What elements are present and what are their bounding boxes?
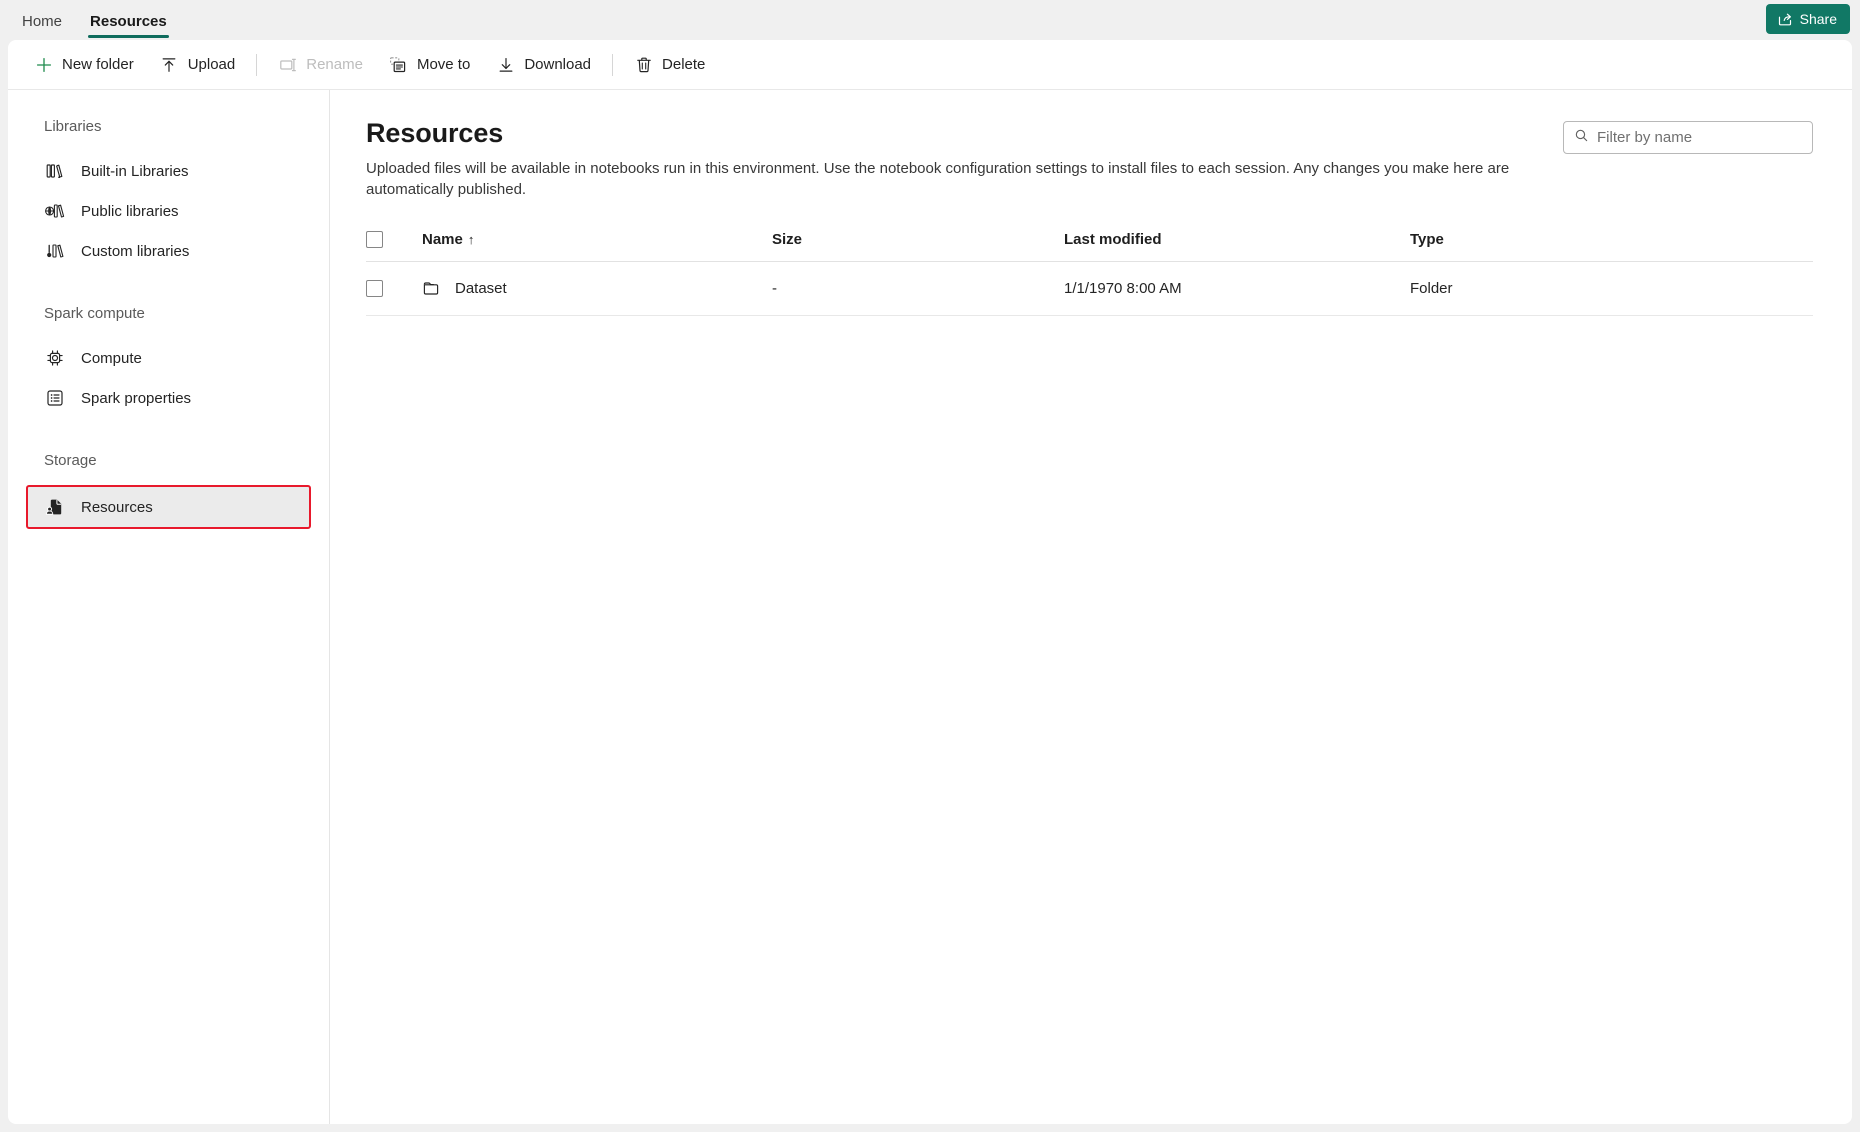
share-icon (1777, 11, 1793, 27)
move-to-button[interactable]: Move to (377, 47, 482, 83)
upload-button[interactable]: Upload (148, 47, 248, 83)
sidebar-group-libraries: Libraries Built-in Libraries Public libr… (8, 118, 329, 271)
rename-label: Rename (306, 56, 363, 73)
rename-button[interactable]: Rename (266, 47, 375, 83)
filter-by-name-box[interactable] (1563, 121, 1813, 154)
download-label: Download (524, 56, 592, 73)
column-header-size-label: Size (772, 230, 803, 248)
row-last-modified-cell: 1/1/1970 8:00 AM (1064, 261, 1410, 316)
row-size-cell: - (772, 261, 1064, 316)
toolbar-separator-2 (612, 53, 614, 76)
share-button-label: Share (1799, 11, 1837, 27)
books-icon (44, 161, 65, 182)
select-all-header (366, 230, 422, 262)
sidebar-group-libraries-title: Libraries (44, 118, 102, 135)
folder-icon (422, 279, 441, 298)
trash-icon (634, 55, 653, 74)
row-name-cell: Dataset (422, 261, 772, 316)
column-header-last-modified[interactable]: Last modified (1064, 230, 1410, 262)
move-to-icon (389, 55, 408, 74)
row-select-cell (366, 261, 422, 316)
sidebar-item-built-in-libraries[interactable]: Built-in Libraries (26, 151, 311, 191)
page-description: Uploaded files will be available in note… (366, 160, 1510, 199)
cpu-chip-icon (44, 348, 65, 369)
page-title: Resources (366, 118, 504, 148)
sidebar-group-storage: Storage Resources (8, 452, 329, 529)
new-folder-label: New folder (62, 56, 134, 73)
tab-home-label: Home (22, 12, 63, 30)
table-header-row: Name ↑ Size Last modified Type (366, 230, 1813, 262)
sidebar-group-spark-compute: Spark compute Compute Spark properties (8, 305, 329, 418)
row-name-label: Dataset (455, 279, 507, 297)
table-row[interactable]: Dataset - 1/1/1970 8:00 AM Folder (366, 261, 1813, 316)
column-header-name-label: Name (422, 230, 463, 248)
top-tab-bar: Home Resources Share (0, 0, 1860, 40)
column-header-type[interactable]: Type (1410, 230, 1813, 262)
sidebar-item-label: Resources (81, 498, 153, 516)
tab-resources[interactable]: Resources (76, 2, 181, 40)
sidebar-item-public-libraries[interactable]: Public libraries (26, 191, 311, 231)
search-icon (1574, 128, 1589, 148)
sidebar-group-storage-title: Storage (44, 452, 97, 469)
sidebar-item-label: Compute (81, 349, 142, 367)
books-custom-icon (44, 241, 65, 262)
sidebar-item-custom-libraries[interactable]: Custom libraries (26, 231, 311, 271)
list-box-icon (44, 388, 65, 409)
sidebar-item-label: Custom libraries (81, 242, 190, 260)
new-folder-button[interactable]: New folder (22, 47, 146, 83)
upload-icon (160, 55, 179, 74)
select-all-checkbox[interactable] (366, 230, 383, 248)
command-toolbar: New folder Upload Rename Move to Downloa… (8, 40, 1852, 90)
upload-label: Upload (187, 56, 236, 73)
resources-table: Name ↑ Size Last modified Type Dataset -… (366, 230, 1813, 316)
tab-home[interactable]: Home (8, 2, 76, 40)
sidebar-item-compute[interactable]: Compute (26, 338, 311, 378)
toolbar-separator-1 (256, 53, 258, 76)
download-button[interactable]: Download (484, 47, 603, 83)
plus-icon (34, 55, 53, 74)
search-input[interactable] (1597, 129, 1802, 146)
move-to-label: Move to (416, 56, 471, 73)
delete-label: Delete (662, 56, 706, 73)
content-header-text: Resources Uploaded files will be availab… (366, 118, 1533, 201)
books-globe-icon (44, 201, 65, 222)
sidebar-item-label: Spark properties (81, 389, 192, 407)
sidebar-item-label: Built-in Libraries (81, 162, 189, 180)
sidebar: Libraries Built-in Libraries Public libr… (8, 90, 330, 1124)
content-header: Resources Uploaded files will be availab… (366, 118, 1813, 201)
sidebar-item-resources[interactable]: Resources (26, 485, 311, 529)
column-header-name[interactable]: Name ↑ (422, 230, 772, 262)
table-body: Dataset - 1/1/1970 8:00 AM Folder (366, 261, 1813, 316)
sidebar-item-spark-properties[interactable]: Spark properties (26, 378, 311, 418)
column-header-size[interactable]: Size (772, 230, 1064, 262)
tab-resources-label: Resources (90, 12, 167, 30)
column-header-type-label: Type (1410, 230, 1444, 248)
download-icon (496, 55, 515, 74)
row-checkbox[interactable] (366, 279, 383, 297)
delete-button[interactable]: Delete (622, 47, 717, 83)
content-area: Resources Uploaded files will be availab… (330, 90, 1852, 1124)
sidebar-item-label: Public libraries (81, 202, 179, 220)
sort-ascending-icon: ↑ (467, 231, 475, 247)
row-type-cell: Folder (1410, 261, 1813, 316)
column-header-last-modified-label: Last modified (1064, 230, 1162, 248)
resource-file-icon (44, 497, 65, 518)
share-button[interactable]: Share (1765, 4, 1850, 34)
sidebar-group-spark-compute-title: Spark compute (44, 305, 145, 322)
table-header: Name ↑ Size Last modified Type (366, 230, 1813, 262)
rename-icon (278, 55, 297, 74)
main-card: Libraries Built-in Libraries Public libr… (8, 90, 1852, 1124)
